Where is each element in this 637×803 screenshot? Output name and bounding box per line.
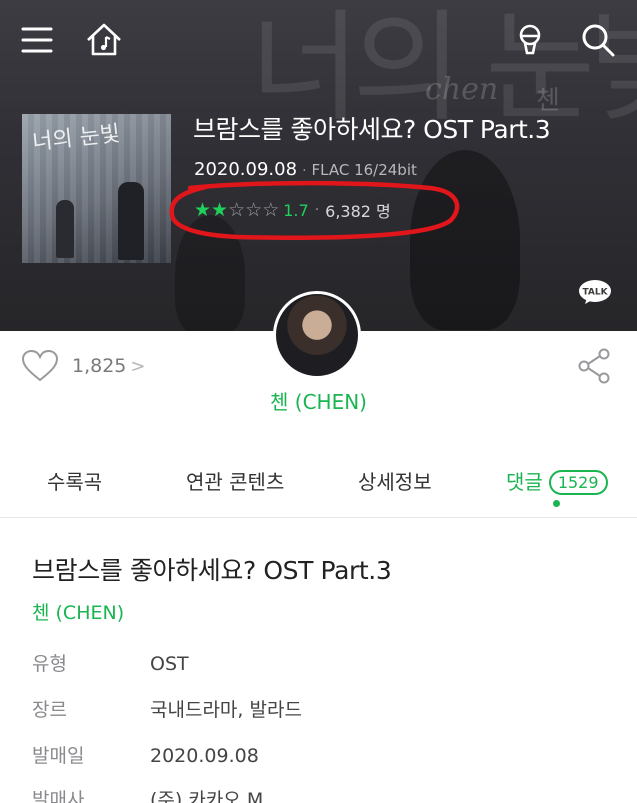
share-icon[interactable] xyxy=(577,348,611,384)
album-meta: 2020.09.08 · FLAC 16/24bit xyxy=(194,159,417,180)
cover-figure xyxy=(56,200,74,258)
album-cover[interactable]: 너의 눈빛 xyxy=(22,114,171,263)
audio-format: FLAC 16/24bit xyxy=(311,161,417,179)
detail-row-publisher: 발매사 (주) 카카오 M xyxy=(32,785,263,803)
album-title: 브람스를 좋아하세요? OST Part.3 xyxy=(193,115,551,144)
kakao-talk-icon[interactable]: TALK xyxy=(578,279,612,305)
detail-row-genre: 장르 국내드라마, 발라드 xyxy=(32,695,302,722)
album-hero-banner: 너의 눈빛 chen 첸 너의 눈빛 브람스를 좋아하세요? OST Part.… xyxy=(0,0,637,331)
detail-key: 유형 xyxy=(32,653,67,675)
detail-value: (주) 카카오 M xyxy=(150,789,264,803)
music-home-icon[interactable] xyxy=(84,20,124,60)
artist-avatar[interactable] xyxy=(273,291,361,379)
chevron-right-icon: > xyxy=(130,355,146,377)
artist-name-link[interactable]: 첸 (CHEN) xyxy=(0,386,637,415)
detail-value: 2020.09.08 xyxy=(150,745,259,767)
detail-row-release-date: 발매일 2020.09.08 xyxy=(32,741,259,768)
search-icon[interactable] xyxy=(578,20,618,60)
active-tab-indicator xyxy=(553,500,560,507)
detail-row-type: 유형 OST xyxy=(32,649,189,676)
album-tabs: 수록곡 연관 콘텐츠 상세정보 댓글 1529 xyxy=(0,448,637,518)
like-count: 1,825 xyxy=(72,355,127,377)
tab-comments-label: 댓글 xyxy=(506,470,543,494)
microphone-icon[interactable] xyxy=(510,20,550,60)
heart-icon xyxy=(21,349,59,382)
hamburger-menu-icon[interactable] xyxy=(18,20,58,60)
tab-comments[interactable]: 댓글 1529 xyxy=(506,466,608,495)
tab-tracklist[interactable]: 수록곡 xyxy=(47,466,102,495)
release-date: 2020.09.08 xyxy=(194,159,298,180)
separator-dot: · xyxy=(302,163,307,179)
detail-album-title: 브람스를 좋아하세요? OST Part.3 xyxy=(32,556,392,585)
cover-figure xyxy=(118,182,144,260)
detail-artist-link[interactable]: 첸 (CHEN) xyxy=(32,598,124,625)
like-button[interactable]: 1,825 > xyxy=(20,349,146,383)
detail-value: 국내드라마, 발라드 xyxy=(150,699,302,721)
detail-key: 장르 xyxy=(32,699,67,721)
detail-key: 발매사 xyxy=(32,789,85,803)
tab-details[interactable]: 상세정보 xyxy=(358,466,432,495)
detail-key: 발매일 xyxy=(32,745,85,767)
background-signature: chen xyxy=(425,72,499,107)
detail-value: OST xyxy=(150,653,189,675)
red-highlight-circle xyxy=(169,180,460,240)
album-detail-section: 브람스를 좋아하세요? OST Part.3 첸 (CHEN) 유형 OST 장르… xyxy=(0,519,637,803)
comment-count-badge: 1529 xyxy=(548,470,608,495)
talk-label: TALK xyxy=(582,288,608,298)
tab-related-content[interactable]: 연관 콘텐츠 xyxy=(186,466,284,495)
